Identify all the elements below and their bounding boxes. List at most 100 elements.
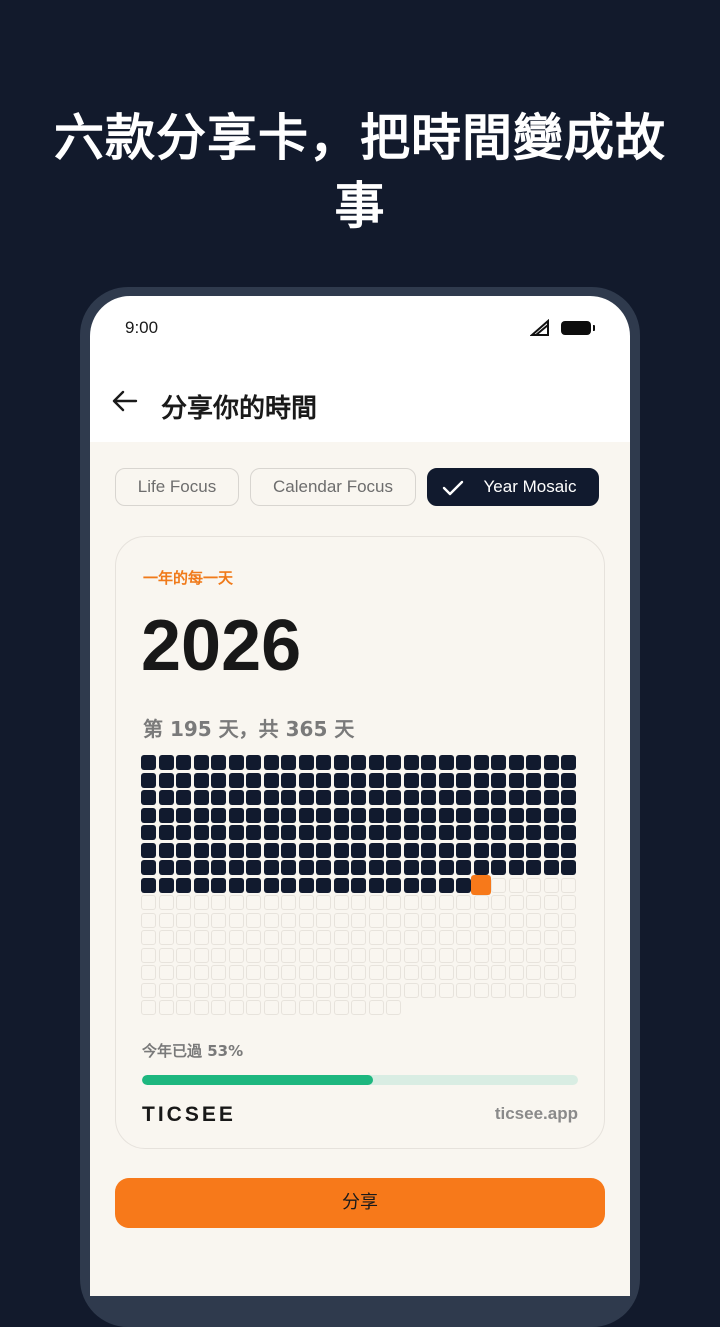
mosaic-day-future	[281, 982, 296, 998]
mosaic-day-past	[211, 755, 226, 770]
mosaic-day-past	[473, 825, 489, 840]
mosaic-day-future	[491, 912, 506, 928]
mosaic-day-past	[281, 755, 296, 770]
mosaic-day-future	[438, 912, 454, 928]
mosaic-day-future	[246, 930, 261, 945]
mosaic-day-past	[333, 877, 349, 893]
mosaic-day-future	[333, 1000, 349, 1015]
mosaic-day-future	[211, 912, 226, 928]
mosaic-day-future	[263, 947, 279, 963]
mosaic-day-past	[456, 842, 471, 858]
app-bar: 分享你的時間	[90, 360, 630, 442]
mosaic-day-future	[508, 912, 524, 928]
mosaic-day-future	[438, 895, 454, 910]
mosaic-day-future	[386, 912, 401, 928]
mosaic-day-past	[246, 842, 261, 858]
mosaic-day-past	[263, 772, 279, 788]
mosaic-day-future	[368, 895, 384, 910]
mosaic-day-past	[298, 807, 314, 823]
mosaic-day-past	[158, 825, 174, 840]
mosaic-day-past	[438, 772, 454, 788]
mosaic-day-past	[526, 755, 541, 770]
mosaic-day-future	[228, 930, 244, 945]
tab-calendar-focus[interactable]: Calendar Focus	[250, 468, 416, 506]
mosaic-day-future	[246, 912, 261, 928]
mosaic-day-future	[543, 912, 559, 928]
mosaic-day-past	[508, 755, 524, 770]
mosaic-day-past	[351, 842, 366, 858]
mosaic-day-future	[368, 947, 384, 963]
tab-year-mosaic[interactable]: Year Mosaic	[427, 468, 599, 506]
mosaic-day-past	[141, 790, 156, 805]
mosaic-day-past	[421, 755, 436, 770]
mosaic-day-future	[491, 965, 506, 980]
tab-life-focus[interactable]: Life Focus	[115, 468, 239, 506]
mosaic-day-past	[316, 790, 331, 805]
mosaic-day-past	[526, 860, 541, 875]
mosaic-day-past	[386, 772, 401, 788]
tab-life-focus-label: Life Focus	[137, 477, 217, 496]
status-time: 9:00	[125, 318, 159, 337]
mosaic-day-future	[508, 982, 524, 998]
mosaic-day-future	[316, 947, 331, 963]
mosaic-day-past	[176, 825, 191, 840]
mosaic-day-past	[246, 807, 261, 823]
mosaic-day-future	[333, 895, 349, 910]
mosaic-day-future	[403, 965, 419, 980]
mosaic-day-past	[333, 825, 349, 840]
mosaic-day-past	[333, 842, 349, 858]
mosaic-day-future	[403, 947, 419, 963]
mosaic-day-past	[473, 842, 489, 858]
mosaic-day-future	[141, 912, 156, 928]
back-arrow-icon[interactable]	[112, 390, 138, 412]
battery-icon	[561, 321, 595, 335]
year-mosaic-card: 一年的每一天 2026 第 195 天，共 365 天 今年已過 53% TIC…	[115, 536, 605, 1149]
mosaic-day-future	[386, 895, 401, 910]
mosaic-day-future	[211, 1000, 226, 1015]
share-card-content: Life Focus Calendar Focus Year Mosaic 一年…	[90, 442, 630, 1296]
mosaic-day-past	[561, 755, 576, 770]
mosaic-day-future	[386, 982, 401, 998]
mosaic-day-past	[526, 807, 541, 823]
mosaic-day-future	[333, 982, 349, 998]
mosaic-day-past	[438, 790, 454, 805]
mosaic-day-future	[561, 930, 576, 945]
mosaic-day-past	[456, 755, 471, 770]
mosaic-day-future	[176, 930, 191, 945]
mosaic-day-past	[386, 825, 401, 840]
mosaic-day-past	[228, 860, 244, 875]
mosaic-day-past	[298, 772, 314, 788]
mosaic-day-past	[158, 877, 174, 893]
mosaic-day-future	[193, 912, 209, 928]
mosaic-day-future	[176, 947, 191, 963]
mosaic-day-future	[228, 1000, 244, 1015]
mosaic-day-past	[421, 877, 436, 893]
mosaic-day-past	[228, 790, 244, 805]
mosaic-day-past	[281, 790, 296, 805]
mosaic-day-future	[298, 947, 314, 963]
progress-bar	[142, 1075, 578, 1085]
mosaic-day-future	[456, 895, 471, 910]
mosaic-day-past	[386, 842, 401, 858]
mosaic-day-past	[438, 842, 454, 858]
mosaic-day-future	[211, 930, 226, 945]
mosaic-day-future	[456, 982, 471, 998]
mosaic-day-past	[403, 825, 419, 840]
mosaic-day-future	[561, 965, 576, 980]
mosaic-day-future	[543, 877, 559, 893]
mosaic-day-future	[141, 895, 156, 910]
mosaic-day-future	[246, 982, 261, 998]
mosaic-day-past	[473, 772, 489, 788]
mosaic-day-future	[158, 982, 174, 998]
mosaic-day-past	[561, 860, 576, 875]
mosaic-day-past	[211, 807, 226, 823]
mosaic-day-future	[491, 982, 506, 998]
mosaic-day-past	[141, 825, 156, 840]
mosaic-day-future	[141, 982, 156, 998]
mosaic-day-past	[543, 807, 559, 823]
mosaic-day-past	[316, 755, 331, 770]
share-button[interactable]: 分享	[115, 1178, 605, 1228]
signal-icon	[530, 319, 549, 336]
mosaic-day-future	[508, 930, 524, 945]
mosaic-day-future	[368, 1000, 384, 1015]
